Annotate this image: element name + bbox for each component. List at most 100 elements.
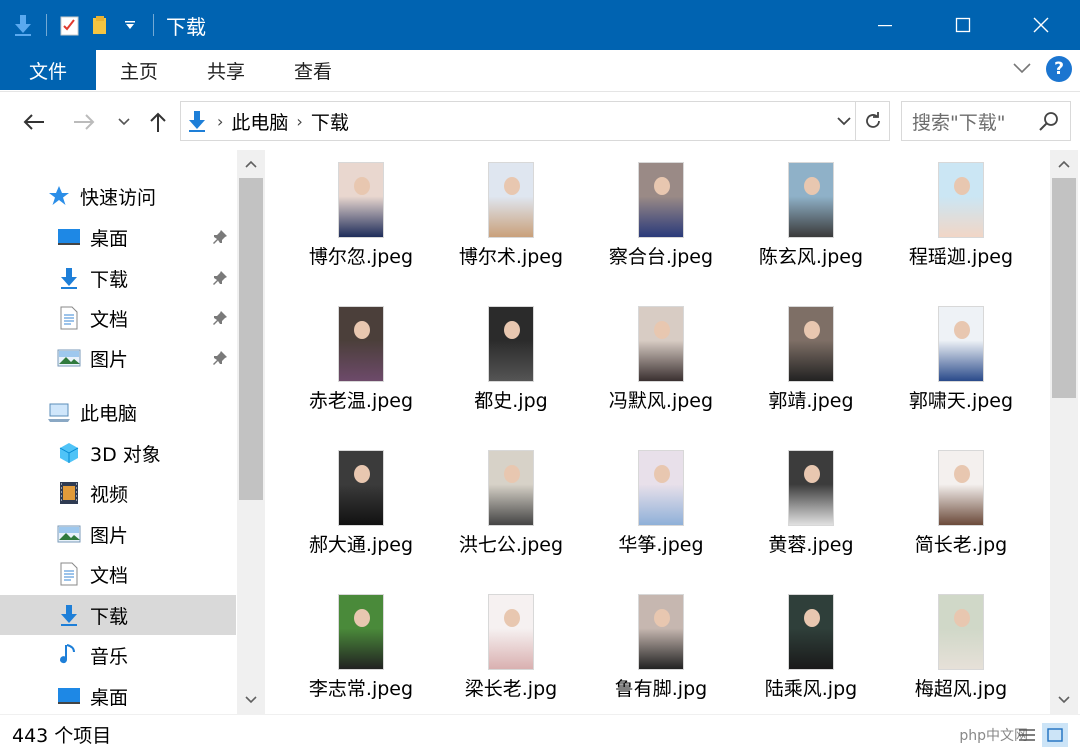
download-arrow-icon[interactable] [8,10,38,40]
search-icon[interactable] [1038,110,1060,137]
image-thumbnail [938,306,984,382]
image-thumbnail [788,162,834,238]
tab-home[interactable]: 主页 [120,50,158,90]
file-item[interactable]: 博尔术.jpeg [436,150,586,294]
file-item[interactable]: 冯默风.jpeg [586,294,736,438]
file-item[interactable]: 梁长老.jpg [436,582,586,714]
content-scrollbar[interactable] [1050,150,1078,714]
file-item[interactable]: 郝大通.jpeg [286,438,436,582]
file-item[interactable]: 黄蓉.jpeg [736,438,886,582]
file-item[interactable]: 陆乘风.jpg [736,582,886,714]
pin-icon[interactable] [212,228,228,250]
file-name: 梁长老.jpg [464,678,558,700]
pictures-icon [56,521,82,547]
search-input[interactable]: 搜索"下载" [901,101,1071,141]
file-name: 黄蓉.jpeg [768,534,854,556]
sidebar-item-label: 桌面 [90,686,129,709]
music-icon [56,642,82,668]
sidebar-item-label: 文档 [90,308,129,331]
expand-ribbon-chevron-icon[interactable] [1012,60,1032,79]
refresh-icon[interactable] [855,102,889,140]
forward-arrow-icon[interactable] [70,108,98,136]
sidebar-item-3d-objects[interactable]: 3D 对象 [0,433,236,473]
sidebar-item-quick-access[interactable]: 快速访问 [0,176,236,216]
sidebar-item-label: 图片 [90,348,129,371]
pin-icon[interactable] [212,269,228,291]
sidebar-item-desktop[interactable]: 桌面 [0,676,236,714]
file-name: 郭啸天.jpeg [908,390,1014,412]
sidebar-item-videos[interactable]: 视频 [0,473,236,513]
file-item[interactable]: 鲁有脚.jpg [586,582,736,714]
document-icon [56,561,82,587]
file-name: 鲁有脚.jpg [614,678,708,700]
pin-icon[interactable] [212,349,228,371]
breadcrumb-separator: › [217,111,224,131]
up-arrow-icon[interactable] [144,108,172,136]
close-button[interactable] [1002,0,1080,50]
minimize-button[interactable] [846,0,924,50]
sidebar-item-music[interactable]: 音乐 [0,635,236,675]
download-location-icon [187,110,207,132]
sidebar-item-downloads[interactable]: 下载 [0,595,236,635]
image-thumbnail [938,162,984,238]
item-count: 443 个项目 [12,725,112,747]
sidebar-item-label: 图片 [90,524,129,547]
tab-view[interactable]: 查看 [294,50,332,90]
address-bar[interactable]: › 此电脑 › 下载 [180,101,890,141]
sidebar-scrollbar[interactable] [237,150,265,714]
sidebar-item-downloads-pinned[interactable]: 下载 [0,258,236,298]
help-button[interactable]: ? [1046,56,1072,82]
file-item[interactable]: 郭靖.jpeg [736,294,886,438]
file-name: 博尔忽.jpeg [308,246,414,268]
address-history-chevron-icon[interactable] [835,110,853,136]
file-item[interactable]: 简长老.jpg [886,438,1036,582]
properties-icon[interactable] [55,10,85,40]
sidebar-item-pictures-pinned[interactable]: 图片 [0,338,236,378]
file-item[interactable]: 赤老温.jpeg [286,294,436,438]
image-thumbnail [938,594,984,670]
sidebar-item-documents-pinned[interactable]: 文档 [0,298,236,338]
file-item[interactable]: 洪七公.jpeg [436,438,586,582]
file-item[interactable]: 华筝.jpeg [586,438,736,582]
maximize-button[interactable] [924,0,1002,50]
file-name: 程瑶迦.jpeg [908,246,1014,268]
sidebar-item-desktop-pinned[interactable]: 桌面 [0,217,236,257]
file-item[interactable]: 梅超风.jpg [886,582,1036,714]
file-item[interactable]: 博尔忽.jpeg [286,150,436,294]
sidebar-item-this-pc[interactable]: 此电脑 [0,392,236,432]
details-view-icon[interactable] [1014,723,1040,747]
file-item[interactable]: 郭啸天.jpeg [886,294,1036,438]
breadcrumb-this-pc[interactable]: 此电脑 [231,108,288,135]
scroll-up-chevron-icon[interactable] [1050,152,1078,176]
sidebar-scroll-thumb[interactable] [239,178,263,500]
sidebar-item-pictures[interactable]: 图片 [0,514,236,554]
document-icon [56,305,82,331]
download-icon [56,602,82,628]
pin-icon[interactable] [212,309,228,331]
scroll-down-chevron-icon[interactable] [1050,688,1078,712]
file-name: 郭靖.jpeg [768,390,854,412]
file-item[interactable]: 陈玄风.jpeg [736,150,886,294]
breadcrumb-downloads[interactable]: 下载 [311,108,349,135]
customize-toolbar-icon[interactable] [115,10,145,40]
file-name: 都史.jpg [474,390,548,412]
file-item[interactable]: 李志常.jpeg [286,582,436,714]
content-scroll-thumb[interactable] [1052,178,1076,398]
recent-locations-chevron-icon[interactable] [110,108,138,136]
navigation-pane: 快速访问 桌面 下载 文档 图片 此电脑 3D 对象 视频 图片 文档 下载 音… [0,150,266,714]
scroll-down-chevron-icon[interactable] [237,688,265,712]
back-arrow-icon[interactable] [20,108,48,136]
download-icon [56,265,82,291]
file-item[interactable]: 程瑶迦.jpeg [886,150,1036,294]
scroll-up-chevron-icon[interactable] [237,152,265,176]
file-item[interactable]: 都史.jpg [436,294,586,438]
search-placeholder: 搜索"下载" [912,111,1006,134]
file-name: 梅超风.jpg [914,678,1008,700]
large-icons-view-icon[interactable] [1042,723,1068,747]
sidebar-item-documents[interactable]: 文档 [0,554,236,594]
tab-share[interactable]: 共享 [207,50,245,90]
desktop-icon [56,224,82,250]
tab-file[interactable]: 文件 [0,50,96,90]
new-folder-icon[interactable] [85,10,115,40]
file-item[interactable]: 察合台.jpeg [586,150,736,294]
